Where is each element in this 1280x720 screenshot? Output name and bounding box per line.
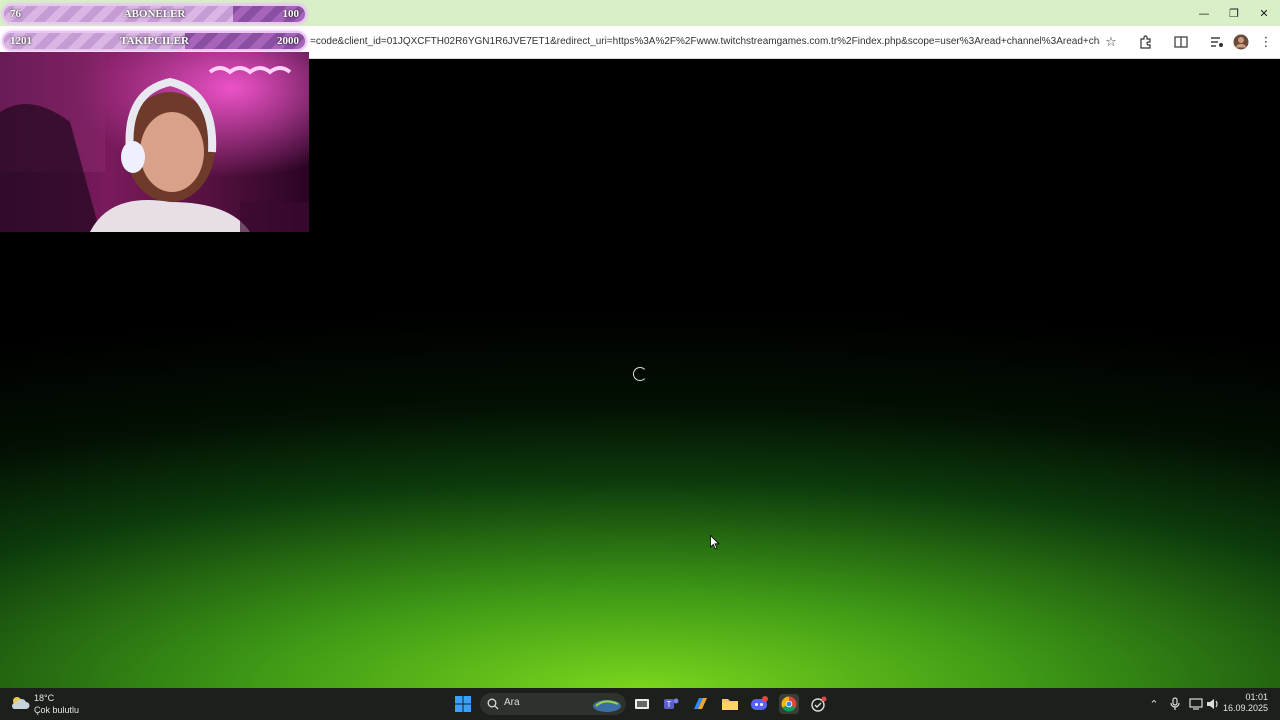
cloud-weather-icon[interactable] — [10, 695, 30, 711]
address-bar[interactable]: =code&client_id=01JQXCFTH02R6YGN1R6JVE7E… — [310, 34, 1100, 50]
windows-start-icon[interactable] — [453, 694, 473, 714]
loading-spinner — [633, 367, 647, 381]
reading-list-icon[interactable] — [1171, 32, 1191, 52]
copilot-icon[interactable] — [690, 694, 710, 714]
search-icon — [487, 698, 499, 710]
mouse-cursor-icon — [710, 535, 720, 550]
clock-date: 16.09.2025 — [1222, 703, 1268, 713]
restore-button[interactable]: ❐ — [1218, 0, 1250, 26]
webcam-feed — [0, 52, 309, 232]
search-placeholder: Ara — [504, 697, 520, 708]
weather-description[interactable]: Çok bulutlu — [34, 705, 79, 715]
follower-goal-bar: TAKIPCILER 1201 2000 — [2, 31, 307, 51]
follower-goal: 2000 — [277, 35, 299, 47]
kebab-menu-icon[interactable]: ⋮ — [1256, 32, 1276, 52]
teams-icon[interactable]: T — [661, 694, 681, 714]
close-button[interactable]: ✕ — [1248, 0, 1280, 26]
subscriber-goal-bar: ABONELER 76 100 — [2, 4, 307, 24]
follower-goal-label: TAKIPCILER — [120, 35, 189, 47]
subscriber-goal: 100 — [282, 8, 300, 20]
taskbar: 18°C Çok bulutlu Ara T ⌃ 01:01 16.09.202… — [0, 688, 1280, 720]
network-icon[interactable] — [1188, 696, 1204, 712]
extensions-icon[interactable] — [1136, 32, 1156, 52]
taskbar-search[interactable]: Ara — [480, 693, 626, 715]
svg-text:T: T — [667, 700, 672, 709]
minimize-button[interactable]: — — [1188, 0, 1220, 26]
subscriber-goal-label: ABONELER — [123, 8, 186, 20]
task-view-icon[interactable] — [632, 694, 652, 714]
search-highlight-icon — [593, 700, 621, 712]
app-notification-icon[interactable] — [808, 694, 828, 714]
weather-temperature[interactable]: 18°C — [34, 693, 54, 703]
clock-time: 01:01 — [1245, 692, 1268, 702]
chrome-icon[interactable] — [779, 694, 799, 714]
microphone-icon[interactable] — [1167, 696, 1183, 712]
media-control-icon[interactable] — [1207, 32, 1227, 52]
file-explorer-icon[interactable] — [720, 694, 740, 714]
profile-avatar[interactable] — [1231, 32, 1251, 52]
star-icon[interactable]: ☆ — [1101, 32, 1121, 52]
chevron-up-icon[interactable]: ⌃ — [1146, 696, 1162, 712]
volume-icon[interactable] — [1205, 696, 1221, 712]
system-clock[interactable]: 01:01 16.09.2025 — [1223, 692, 1268, 714]
subscriber-count: 76 — [10, 8, 21, 20]
stream-overlay: ABONELER 76 100 TAKIPCILER 1201 2000 — [0, 0, 310, 232]
discord-icon[interactable] — [749, 694, 769, 714]
follower-count: 1201 — [10, 35, 32, 47]
